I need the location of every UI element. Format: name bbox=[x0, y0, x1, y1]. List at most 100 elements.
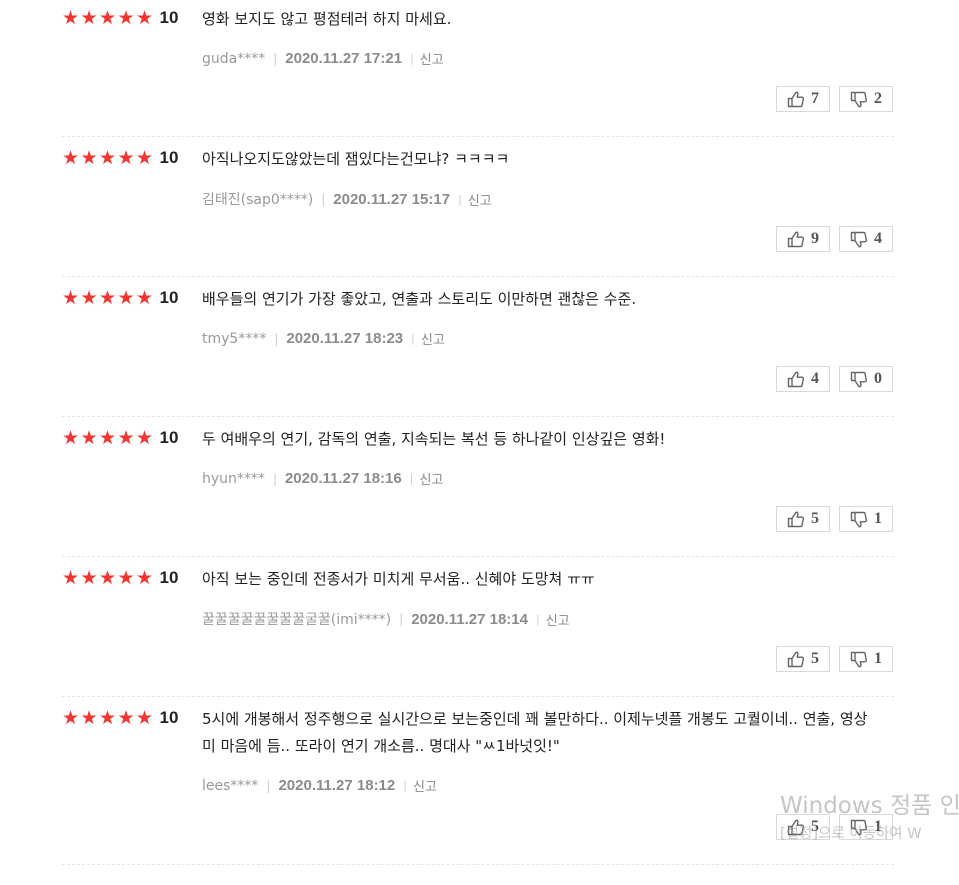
vote-buttons: 5 1 bbox=[776, 814, 893, 840]
review-meta: 김태진(sap0****) | 2020.11.27 15:17 | 신고 bbox=[202, 189, 492, 209]
like-count: 9 bbox=[811, 230, 819, 247]
report-link[interactable]: 신고 bbox=[413, 776, 437, 795]
rating-score: 10 bbox=[159, 288, 179, 307]
dislike-button[interactable]: 1 bbox=[839, 506, 893, 532]
vote-buttons: 9 4 bbox=[776, 226, 893, 252]
like-button[interactable]: 5 bbox=[776, 506, 830, 532]
review-meta: hyun**** | 2020.11.27 18:16 | 신고 bbox=[202, 469, 443, 488]
stars: ★ ★ ★ ★ ★ bbox=[62, 566, 155, 589]
divider: | bbox=[321, 192, 326, 206]
dislike-count: 1 bbox=[874, 818, 882, 835]
stars: ★ ★ ★ ★ ★ bbox=[62, 146, 155, 169]
dislike-count: 0 bbox=[874, 370, 882, 387]
review-text: 두 여배우의 연기, 감독의 연출, 지속되는 복선 등 하나같이 인상깊은 영… bbox=[202, 430, 666, 448]
thumbs-down-icon bbox=[850, 371, 868, 388]
dislike-button[interactable]: 0 bbox=[839, 366, 893, 392]
review-date: 2020.11.27 18:14 bbox=[411, 610, 528, 628]
review-author: guda**** bbox=[202, 50, 266, 67]
star-icon: ★ bbox=[136, 6, 154, 29]
divider: | bbox=[273, 51, 278, 66]
review-meta: guda**** | 2020.11.27 17:21 | 신고 bbox=[202, 49, 444, 68]
report-link[interactable]: 신고 bbox=[546, 610, 570, 629]
review-date: 2020.11.27 17:21 bbox=[285, 50, 403, 67]
like-button[interactable]: 5 bbox=[776, 814, 830, 840]
rating-score: 10 bbox=[159, 148, 179, 167]
star-icon: ★ bbox=[117, 6, 135, 29]
rating-score: 10 bbox=[159, 708, 179, 727]
report-link[interactable]: 신고 bbox=[420, 49, 444, 68]
dislike-button[interactable]: 2 bbox=[839, 86, 893, 112]
dislike-button[interactable]: 1 bbox=[839, 814, 893, 840]
thumbs-down-icon bbox=[850, 819, 868, 836]
review-date: 2020.11.27 18:16 bbox=[284, 470, 402, 487]
star-icon: ★ bbox=[136, 146, 154, 169]
divider: | bbox=[403, 779, 407, 792]
star-icon: ★ bbox=[136, 426, 154, 449]
review-meta: lees**** | 2020.11.27 18:12 | 신고 bbox=[202, 776, 437, 795]
stars: ★ ★ ★ ★ ★ bbox=[62, 6, 155, 29]
review-text: 아직 보는 중인데 전종서가 미치게 무서움.. 신혜야 도망쳐 ㅠㅠ bbox=[202, 570, 595, 588]
review-author: hyun**** bbox=[202, 470, 265, 487]
thumbs-up-icon bbox=[787, 651, 805, 668]
divider: | bbox=[399, 612, 404, 626]
star-icon: ★ bbox=[117, 706, 135, 729]
report-link[interactable]: 신고 bbox=[468, 190, 492, 209]
thumbs-down-icon bbox=[850, 91, 868, 108]
review-text: 5시에 개봉해서 정주행으로 실시간으로 보는중인데 꽤 볼만하다.. 이제누넷… bbox=[202, 710, 868, 755]
star-icon: ★ bbox=[99, 6, 117, 29]
like-count: 7 bbox=[811, 90, 819, 107]
star-icon: ★ bbox=[80, 6, 98, 29]
review-item: ★ ★ ★ ★ ★ 10 배우들의 연기가 가장 좋았고, 연출과 스토리도 이만하면 … bbox=[62, 280, 894, 417]
review-author: lees**** bbox=[202, 777, 259, 794]
star-rating: ★ ★ ★ ★ ★ 10 bbox=[62, 288, 178, 308]
dislike-count: 4 bbox=[874, 230, 882, 247]
vote-buttons: 5 1 bbox=[776, 646, 893, 672]
dislike-button[interactable]: 1 bbox=[839, 646, 893, 672]
like-button[interactable]: 4 bbox=[776, 366, 830, 392]
review-meta: 꿀꿀꿀꿀꿀꿀꿀꿀굴꿀(imi****) | 2020.11.27 18:14 |… bbox=[202, 609, 570, 629]
star-icon: ★ bbox=[136, 706, 154, 729]
divider: | bbox=[274, 331, 279, 346]
thumbs-up-icon bbox=[787, 91, 805, 108]
review-item: ★ ★ ★ ★ ★ 10 아직 보는 중인데 전종서가 미치게 무서움.. 신혜야 도망… bbox=[62, 560, 894, 697]
divider: | bbox=[272, 471, 277, 486]
thumbs-up-icon bbox=[787, 371, 805, 388]
dislike-count: 1 bbox=[874, 510, 882, 527]
divider: | bbox=[409, 472, 414, 485]
stars: ★ ★ ★ ★ ★ bbox=[62, 706, 155, 729]
star-icon: ★ bbox=[80, 286, 98, 309]
review-date: 2020.11.27 18:12 bbox=[278, 777, 396, 794]
dislike-count: 2 bbox=[874, 90, 882, 107]
star-icon: ★ bbox=[99, 426, 117, 449]
report-link[interactable]: 신고 bbox=[419, 469, 443, 488]
dislike-button[interactable]: 4 bbox=[839, 226, 893, 252]
review-author: tmy5**** bbox=[202, 330, 267, 347]
review-author: 김태진(sap0****) bbox=[202, 192, 314, 208]
thumbs-up-icon bbox=[787, 231, 805, 248]
star-icon: ★ bbox=[99, 706, 117, 729]
like-button[interactable]: 7 bbox=[776, 86, 830, 112]
star-icon: ★ bbox=[117, 426, 135, 449]
review-item: ★ ★ ★ ★ ★ 10 영화 보지도 않고 평점테러 하지 마세요. guda****… bbox=[62, 0, 894, 137]
dislike-count: 1 bbox=[874, 650, 882, 667]
star-rating: ★ ★ ★ ★ ★ 10 bbox=[62, 8, 178, 28]
like-button[interactable]: 5 bbox=[776, 646, 830, 672]
star-icon: ★ bbox=[117, 146, 135, 169]
report-link[interactable]: 신고 bbox=[421, 329, 445, 348]
star-icon: ★ bbox=[117, 286, 135, 309]
review-text: 배우들의 연기가 가장 좋았고, 연출과 스토리도 이만하면 괜찮은 수준. bbox=[202, 290, 637, 308]
divider: | bbox=[266, 778, 271, 793]
like-button[interactable]: 9 bbox=[776, 226, 830, 252]
rating-score: 10 bbox=[159, 8, 179, 27]
star-icon: ★ bbox=[136, 286, 154, 309]
star-rating: ★ ★ ★ ★ ★ 10 bbox=[62, 708, 178, 728]
star-icon: ★ bbox=[62, 146, 80, 169]
thumbs-up-icon bbox=[787, 511, 805, 528]
thumbs-down-icon bbox=[850, 231, 868, 248]
star-icon: ★ bbox=[62, 6, 80, 29]
thumbs-down-icon bbox=[850, 511, 868, 528]
review-date: 2020.11.27 15:17 bbox=[333, 190, 451, 208]
vote-buttons: 5 1 bbox=[776, 506, 893, 532]
star-icon: ★ bbox=[62, 566, 80, 589]
star-icon: ★ bbox=[80, 706, 98, 729]
